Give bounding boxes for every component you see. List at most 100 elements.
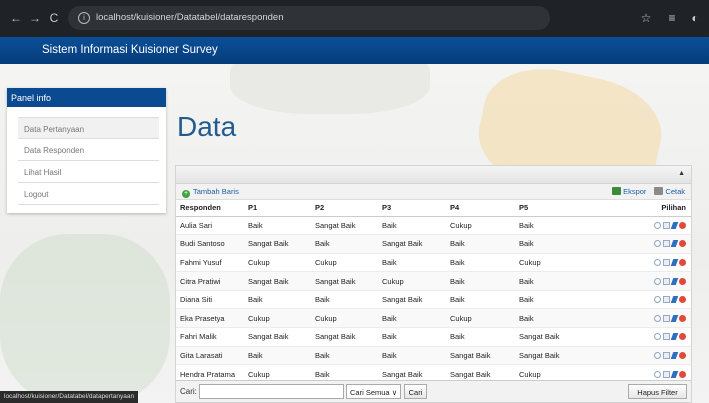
column-header[interactable]: P5 [515, 200, 583, 217]
table-row[interactable]: Fahri Malik Sangat Baik Sangat Baik Baik Bai… [176, 327, 691, 347]
edit-pencil-icon[interactable] [670, 296, 679, 304]
cell-actions [583, 290, 691, 310]
copy-icon[interactable] [663, 240, 670, 248]
back-arrow-icon[interactable]: ← [8, 10, 24, 26]
table-row[interactable]: Eka Prasetya Cukup Cukup Baik Cukup Baik [176, 308, 691, 329]
search-scope-select[interactable]: Cari Semua ∨ [346, 384, 401, 399]
column-header[interactable]: P2 [311, 200, 378, 217]
column-header[interactable]: P4 [446, 200, 515, 217]
cell-answer: Baik [244, 216, 311, 236]
delete-icon[interactable] [679, 370, 686, 378]
app-title: Sistem Informasi Kuisioner Survey [42, 44, 218, 56]
cell-actions [583, 253, 691, 273]
collapse-icon[interactable]: ▲ [678, 170, 685, 177]
grid-toolbar: + Tambah Baris Ekspor Cetak [176, 184, 691, 200]
cell-actions [583, 327, 691, 347]
cell-responden: Fahri Malik [176, 327, 244, 347]
cell-answer: Sangat Baik [311, 216, 378, 236]
copy-icon[interactable] [663, 277, 670, 285]
view-icon[interactable] [654, 240, 661, 248]
clear-filter-button[interactable]: Hapus Filter [628, 384, 687, 399]
edit-pencil-icon[interactable] [670, 221, 679, 229]
copy-icon[interactable] [663, 370, 670, 378]
copy-icon[interactable] [663, 314, 670, 322]
add-icon: + [182, 190, 190, 198]
sidebar-item-logout[interactable]: Logout [18, 183, 159, 205]
view-icon[interactable] [654, 314, 661, 322]
cell-actions [583, 216, 691, 236]
extensions-icon[interactable]: ≡ [663, 9, 681, 27]
sidebar-item-data-pertanyaan[interactable]: Data Pertanyaan [18, 117, 159, 139]
delete-icon[interactable] [679, 333, 686, 341]
edit-pencil-icon[interactable] [670, 314, 679, 322]
reload-icon[interactable]: C [46, 10, 62, 26]
page-title: Data [177, 111, 237, 142]
export-button[interactable]: Ekspor [612, 187, 646, 196]
profile-icon[interactable]: ◐ [686, 9, 704, 27]
site-info-icon[interactable]: i [78, 12, 90, 24]
delete-icon[interactable] [679, 277, 686, 285]
cell-answer: Baik [446, 234, 515, 254]
copy-icon[interactable] [663, 258, 670, 266]
view-icon[interactable] [654, 258, 661, 266]
view-icon[interactable] [654, 370, 661, 378]
cell-answer: Baik [515, 290, 583, 310]
view-icon[interactable] [654, 221, 661, 229]
add-row-button[interactable]: + Tambah Baris [182, 187, 239, 198]
delete-icon[interactable] [679, 240, 686, 248]
cell-answer: Baik [378, 327, 446, 347]
view-icon[interactable] [654, 333, 661, 341]
cell-answer: Sangat Baik [244, 271, 311, 291]
address-bar[interactable]: i localhost/kuisioner/Datatabel/dataresp… [68, 6, 550, 30]
cell-answer: Sangat Baik [378, 290, 446, 310]
table-header-row: Responden P1 P2 P3 P4 P5 Pilihan [176, 200, 691, 217]
edit-pencil-icon[interactable] [670, 258, 679, 266]
copy-icon[interactable] [663, 221, 670, 229]
print-button[interactable]: Cetak [654, 187, 685, 196]
edit-pencil-icon[interactable] [670, 351, 679, 359]
column-header[interactable]: Pilihan [583, 200, 691, 217]
table-row[interactable]: Aulia Sari Baik Sangat Baik Baik Cukup Baik [176, 216, 691, 236]
cell-responden: Aulia Sari [176, 216, 244, 236]
delete-icon[interactable] [679, 351, 686, 359]
column-header[interactable]: Responden [176, 200, 244, 217]
cell-responden: Gita Larasati [176, 346, 244, 366]
search-input[interactable] [199, 384, 344, 399]
sidebar-item-data-responden[interactable]: Data Responden [18, 139, 159, 161]
table-row[interactable]: Budi Santoso Sangat Baik Baik Sangat Baik Ba… [176, 234, 691, 254]
cell-answer: Sangat Baik [244, 327, 311, 347]
table-row[interactable]: Citra Pratiwi Sangat Baik Sangat Baik Cukup… [176, 271, 691, 291]
bookmark-star-icon[interactable]: ☆ [637, 9, 655, 27]
sidebar-item-lihat-hasil[interactable]: Lihat Hasil [18, 161, 159, 183]
search-button[interactable]: Cari [404, 384, 427, 399]
table-row[interactable]: Diana Siti Baik Baik Sangat Baik Baik Baik [176, 290, 691, 310]
table-row[interactable]: Fahmi Yusuf Cukup Cukup Baik Baik Cukup [176, 253, 691, 273]
edit-pencil-icon[interactable] [670, 240, 679, 248]
panel-title: Panel info [7, 88, 166, 107]
delete-icon[interactable] [679, 221, 686, 229]
delete-icon[interactable] [679, 314, 686, 322]
copy-icon[interactable] [663, 296, 670, 304]
cell-answer: Baik [244, 346, 311, 366]
cell-answer: Cukup [311, 253, 378, 273]
copy-icon[interactable] [663, 351, 670, 359]
table-row[interactable]: Gita Larasati Baik Baik Baik Sangat Baik Sang… [176, 346, 691, 366]
copy-icon[interactable] [663, 333, 670, 341]
cell-answer: Sangat Baik [311, 327, 378, 347]
cell-responden: Eka Prasetya [176, 308, 244, 329]
delete-icon[interactable] [679, 296, 686, 304]
cell-answer: Baik [515, 271, 583, 291]
column-header[interactable]: P3 [378, 200, 446, 217]
view-icon[interactable] [654, 296, 661, 304]
view-icon[interactable] [654, 277, 661, 285]
edit-pencil-icon[interactable] [670, 333, 679, 341]
cell-responden: Fahmi Yusuf [176, 253, 244, 273]
delete-icon[interactable] [679, 258, 686, 266]
column-header[interactable]: P1 [244, 200, 311, 217]
view-icon[interactable] [654, 351, 661, 359]
print-label: Cetak [665, 187, 685, 196]
edit-pencil-icon[interactable] [670, 277, 679, 285]
edit-pencil-icon[interactable] [670, 370, 679, 378]
forward-arrow-icon[interactable]: → [27, 10, 43, 26]
address-url[interactable]: localhost/kuisioner/Datatabel/datarespon… [96, 12, 284, 23]
